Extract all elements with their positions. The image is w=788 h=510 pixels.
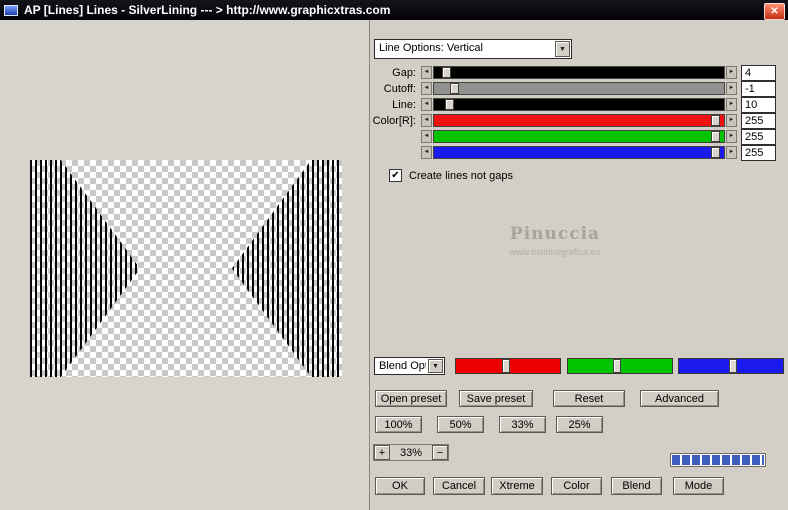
progress-fill — [672, 455, 764, 465]
zoom-100-button[interactable]: 100% — [375, 416, 422, 433]
color-r-value-field[interactable]: 255 — [741, 113, 776, 129]
app-icon — [4, 4, 18, 16]
xtreme-button[interactable]: Xtreme — [491, 477, 543, 495]
cutoff-slider-track[interactable] — [433, 82, 725, 95]
blend-blue-slider[interactable] — [678, 358, 784, 374]
color-r-slider-label: Color[R]: — [372, 115, 416, 127]
color-r-slider-thumb[interactable] — [711, 115, 721, 126]
save-preset-button[interactable]: Save preset — [459, 390, 533, 407]
chevron-down-icon: ▼ — [555, 41, 570, 57]
color-b-left-arrow-icon[interactable]: ◄ — [421, 146, 432, 159]
cutoff-right-arrow-icon[interactable]: ► — [726, 82, 737, 95]
color-g-slider-track[interactable] — [433, 130, 725, 143]
color-g-slider-thumb[interactable] — [711, 131, 721, 142]
color-g-left-arrow-icon[interactable]: ◄ — [421, 130, 432, 143]
zoom-value: 33% — [399, 446, 423, 459]
advanced-button[interactable]: Advanced — [640, 390, 719, 407]
close-button[interactable]: ✕ — [764, 3, 785, 20]
zoom-stepper: + 33% − — [373, 444, 449, 461]
zoom-25-button[interactable]: 25% — [556, 416, 603, 433]
progress-bar — [670, 453, 766, 467]
zoom-in-button[interactable]: + — [374, 445, 390, 460]
zoom-33-button[interactable]: 33% — [499, 416, 546, 433]
cutoff-value-field[interactable]: -1 — [741, 81, 776, 97]
blend-green-thumb[interactable] — [612, 359, 621, 373]
line-options-dropdown[interactable]: Line Options: Vertical ▼ — [374, 39, 572, 59]
line-left-arrow-icon[interactable]: ◄ — [421, 98, 432, 111]
gap-value-field[interactable]: 4 — [741, 65, 776, 81]
title-bar[interactable]: AP [Lines] Lines - SilverLining --- > ht… — [0, 0, 788, 20]
preview-pane — [0, 20, 369, 510]
cutoff-slider-thumb[interactable] — [450, 83, 460, 94]
blend-blue-thumb[interactable] — [729, 359, 738, 373]
gap-slider-track[interactable] — [433, 66, 725, 79]
blend-green-slider[interactable] — [567, 358, 673, 374]
color-b-value-field[interactable]: 255 — [741, 145, 776, 161]
color-g-value-field[interactable]: 255 — [741, 129, 776, 145]
gap-slider-thumb[interactable] — [441, 67, 451, 78]
lines-pattern-left — [30, 160, 140, 377]
color-b-slider: ◄ ► — [421, 146, 737, 159]
open-preset-button[interactable]: Open preset — [375, 390, 447, 407]
color-b-slider-track[interactable] — [433, 146, 725, 159]
line-slider-label: Line: — [392, 99, 416, 111]
lines-pattern-right — [232, 160, 342, 377]
gap-slider: ◄ ► — [421, 66, 737, 79]
reset-button[interactable]: Reset — [553, 390, 625, 407]
line-value-field[interactable]: 10 — [741, 97, 776, 113]
chevron-down-icon: ▼ — [428, 359, 443, 373]
color-g-slider: ◄ ► — [421, 130, 737, 143]
color-r-slider-track[interactable] — [433, 114, 725, 127]
color-r-right-arrow-icon[interactable]: ► — [726, 114, 737, 127]
line-right-arrow-icon[interactable]: ► — [726, 98, 737, 111]
cancel-button[interactable]: Cancel — [433, 477, 485, 495]
color-r-slider: ◄ ► — [421, 114, 737, 127]
window-title: AP [Lines] Lines - SilverLining --- > ht… — [24, 3, 391, 17]
blend-options-selected: Blend Opti — [379, 360, 426, 372]
ok-button[interactable]: OK — [375, 477, 425, 495]
line-slider: ◄ ► — [421, 98, 737, 111]
watermark-url: www.maidiregrafica.eu — [509, 247, 601, 257]
check-icon: ✔ — [391, 170, 400, 181]
color-b-slider-thumb[interactable] — [711, 147, 721, 158]
line-slider-track[interactable] — [433, 98, 725, 111]
gap-slider-label: Gap: — [392, 67, 416, 79]
zoom-out-button[interactable]: − — [432, 445, 448, 460]
line-options-selected: Line Options: Vertical — [379, 42, 483, 54]
blend-options-dropdown[interactable]: Blend Opti ▼ — [374, 357, 445, 375]
color-g-right-arrow-icon[interactable]: ► — [726, 130, 737, 143]
mode-button[interactable]: Mode — [673, 477, 724, 495]
color-r-left-arrow-icon[interactable]: ◄ — [421, 114, 432, 127]
color-b-right-arrow-icon[interactable]: ► — [726, 146, 737, 159]
create-lines-checkbox[interactable]: ✔ — [389, 169, 402, 182]
zoom-50-button[interactable]: 50% — [437, 416, 484, 433]
cutoff-slider-label: Cutoff: — [383, 83, 416, 95]
line-slider-thumb[interactable] — [444, 99, 454, 110]
cutoff-left-arrow-icon[interactable]: ◄ — [421, 82, 432, 95]
blend-red-slider[interactable] — [455, 358, 561, 374]
create-lines-checkbox-label: Create lines not gaps — [409, 170, 513, 182]
plugin-window: AP [Lines] Lines - SilverLining --- > ht… — [0, 0, 788, 510]
gap-right-arrow-icon[interactable]: ► — [726, 66, 737, 79]
cutoff-slider: ◄ ► — [421, 82, 737, 95]
color-button[interactable]: Color — [551, 477, 602, 495]
gap-left-arrow-icon[interactable]: ◄ — [421, 66, 432, 79]
watermark-name: Pinuccia — [509, 224, 601, 244]
blend-red-thumb[interactable] — [501, 359, 510, 373]
blend-button[interactable]: Blend — [611, 477, 662, 495]
preview-image[interactable] — [30, 160, 342, 377]
